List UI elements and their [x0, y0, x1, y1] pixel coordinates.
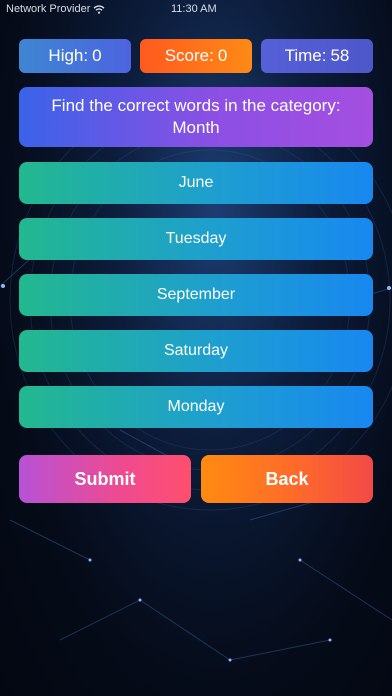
time-label: Time:: [284, 46, 327, 65]
high-value: 0: [92, 46, 102, 65]
status-bar: Network Provider 11:30 AM: [0, 0, 392, 18]
question-category: Month: [172, 118, 220, 137]
option-june[interactable]: June: [19, 162, 373, 204]
wifi-icon: [93, 4, 105, 14]
option-monday[interactable]: Monday: [19, 386, 373, 428]
status-time: 11:30 AM: [171, 3, 217, 15]
high-label: High:: [48, 46, 89, 65]
option-saturday[interactable]: Saturday: [19, 330, 373, 372]
high-score-badge: High: 0: [19, 39, 131, 73]
stats-row: High: 0 Score: 0 Time: 58: [19, 39, 373, 73]
score-label: Score:: [164, 46, 214, 65]
carrier-label: Network Provider: [6, 3, 91, 15]
time-badge: Time: 58: [261, 39, 373, 73]
question-banner: Find the correct words in the category: …: [19, 87, 373, 147]
option-tuesday[interactable]: Tuesday: [19, 218, 373, 260]
option-september[interactable]: September: [19, 274, 373, 316]
score-value: 0: [217, 46, 228, 65]
back-button[interactable]: Back: [201, 455, 373, 503]
action-buttons: Submit Back: [19, 455, 373, 503]
score-badge: Score: 0: [140, 39, 252, 73]
time-value: 58: [330, 46, 350, 65]
submit-button[interactable]: Submit: [19, 455, 191, 503]
question-text: Find the correct words in the category:: [51, 96, 341, 115]
status-carrier-group: Network Provider: [6, 3, 105, 15]
